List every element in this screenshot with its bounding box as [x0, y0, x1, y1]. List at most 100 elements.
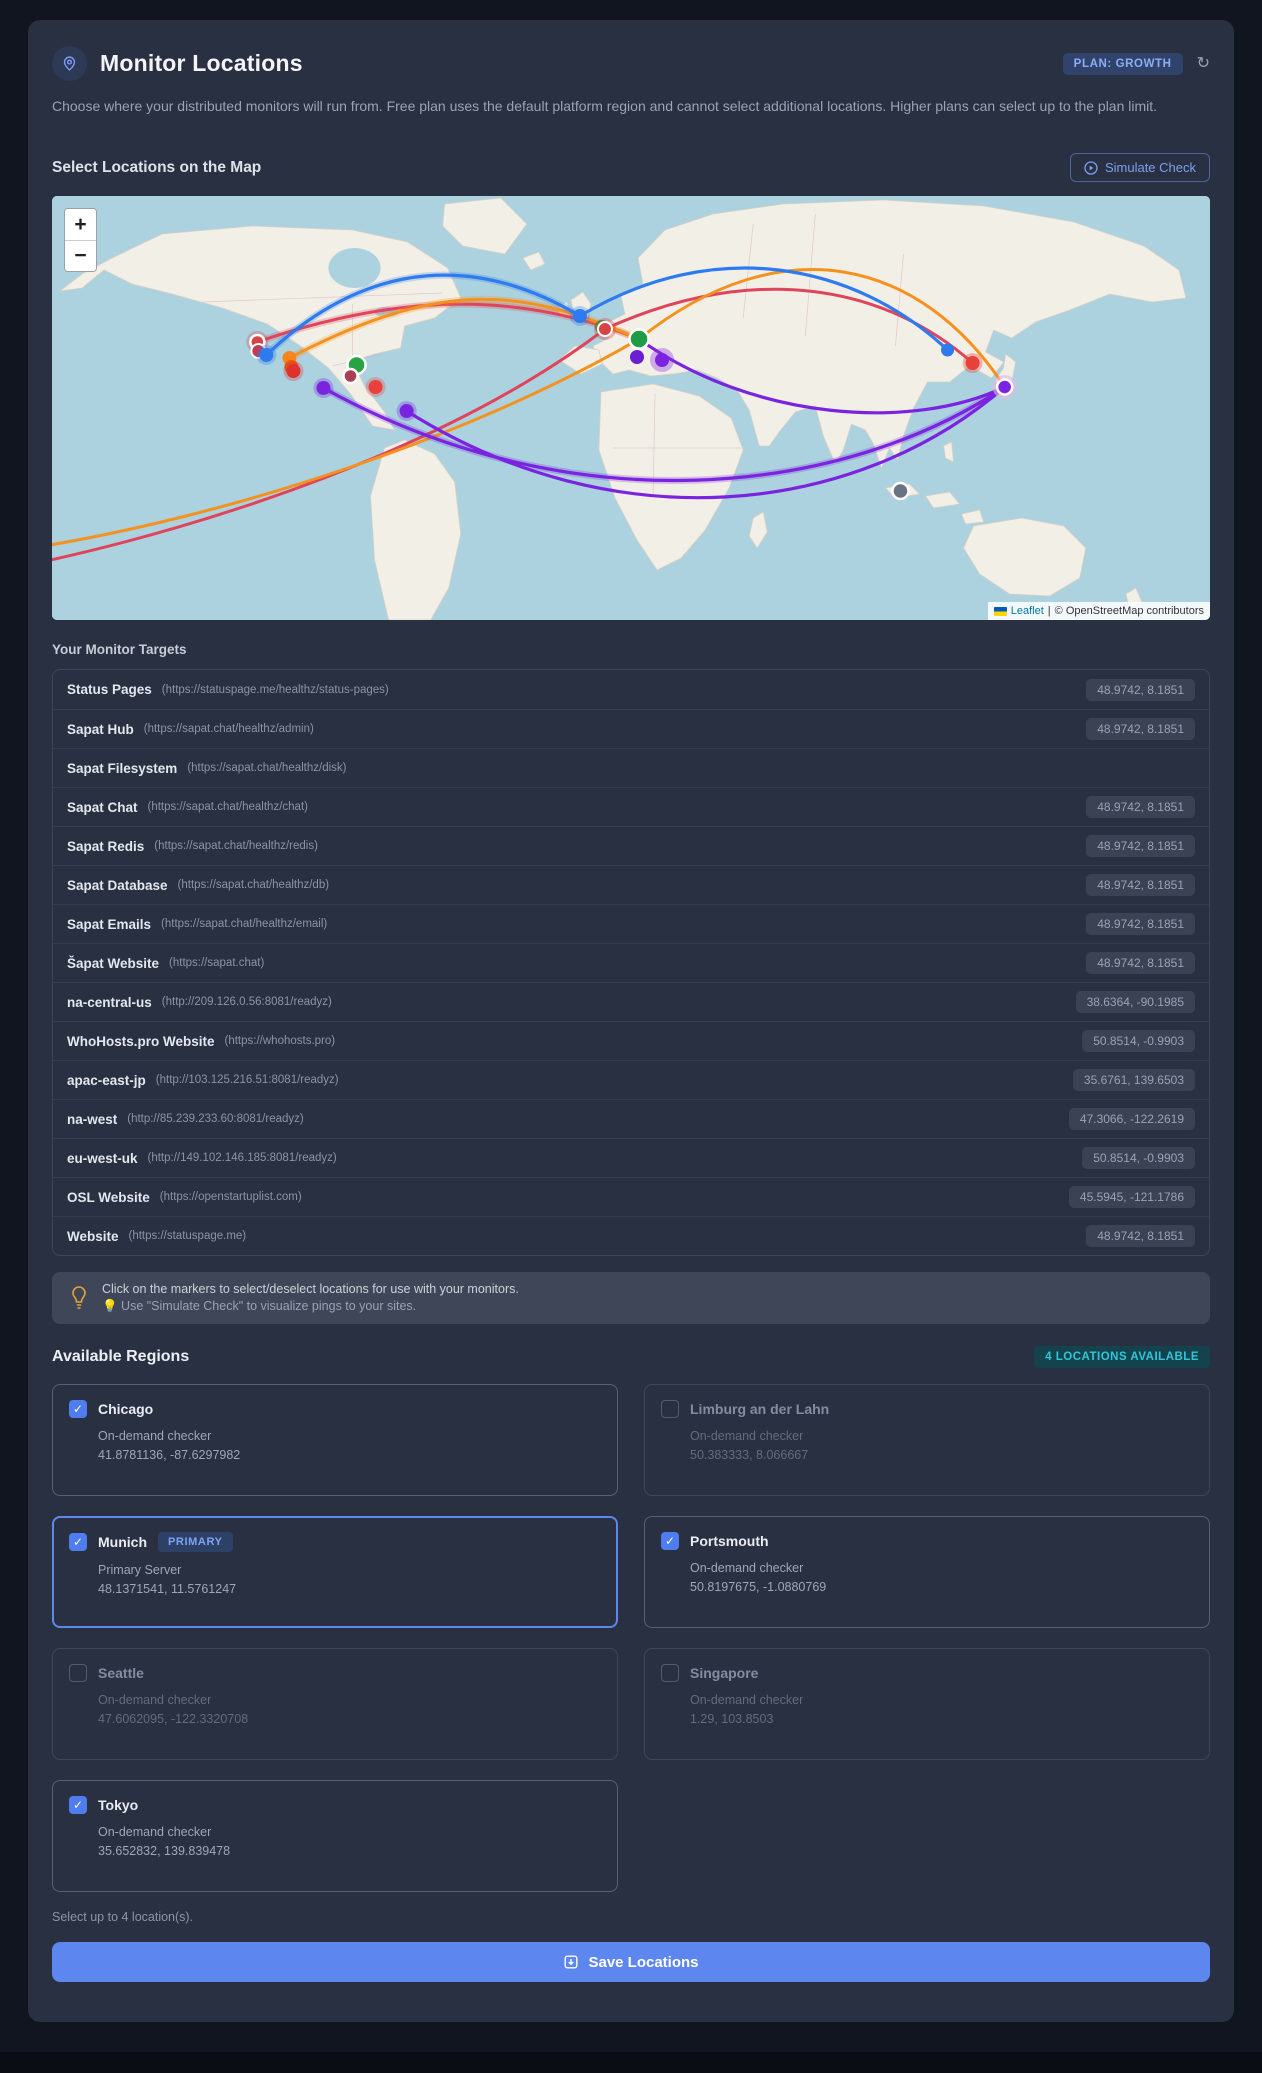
region-type: On-demand checker — [690, 1561, 804, 1576]
region-type: On-demand checker — [690, 1693, 804, 1708]
map-attribution: Leaflet | © OpenStreetMap contributors — [987, 602, 1210, 621]
target-name: Status Pages — [67, 682, 152, 698]
table-row: na-west (http://85.239.233.60:8081/ready… — [53, 1099, 1209, 1138]
region-type: On-demand checker — [98, 1429, 212, 1444]
region-card[interactable]: ✓ Seattle On-demand checker 47.6062095, … — [52, 1648, 618, 1761]
region-card[interactable]: ✓ Singapore On-demand checker 1.29, 103.… — [644, 1648, 1210, 1761]
region-coords: 35.652832, 139.839478 — [98, 1844, 231, 1859]
target-url: (http://209.126.0.56:8081/readyz) — [161, 996, 332, 1009]
tip-line-1: Click on the markers to select/deselect … — [102, 1282, 519, 1297]
target-coords-badge: 48.9742, 8.1851 — [1086, 718, 1195, 741]
region-name: Portsmouth — [690, 1533, 769, 1550]
target-url: (https://statuspage.me) — [128, 1230, 247, 1243]
target-name: Sapat Redis — [67, 838, 145, 854]
table-row: Status Pages (https://statuspage.me/heal… — [53, 670, 1209, 709]
region-card[interactable]: ✓ Chicago On-demand checker 41.8781136, … — [52, 1384, 618, 1497]
primary-badge: PRIMARY — [158, 1532, 233, 1553]
table-row: Šapat Website (https://sapat.chat) 48.97… — [53, 943, 1209, 982]
region-checkbox[interactable]: ✓ — [661, 1532, 679, 1551]
target-coords-badge: 35.6761, 139.6503 — [1072, 1069, 1195, 1092]
region-checkbox[interactable]: ✓ — [69, 1664, 87, 1683]
target-name: na-west — [67, 1111, 118, 1127]
target-coords-badge: 38.6364, -90.1985 — [1075, 991, 1195, 1014]
region-type: On-demand checker — [690, 1429, 804, 1444]
region-checkbox[interactable]: ✓ — [69, 1400, 87, 1419]
play-circle-icon — [1084, 161, 1098, 175]
target-url: (https://sapat.chat/healthz/admin) — [143, 723, 314, 736]
target-name: Sapat Emails — [67, 916, 152, 932]
target-coords-badge: 48.9742, 8.1851 — [1086, 913, 1195, 936]
target-name: Šapat Website — [67, 955, 160, 971]
leaflet-link[interactable]: Leaflet — [1011, 605, 1044, 617]
leaflet-map[interactable]: + − Leaflet | © OpenStreetMap contributo… — [52, 196, 1210, 621]
save-icon — [564, 1955, 578, 1969]
target-url: (http://149.102.146.185:8081/readyz) — [147, 1152, 337, 1165]
target-url: (https://whohosts.pro) — [224, 1035, 336, 1048]
region-type: Primary Server — [98, 1563, 182, 1578]
region-coords: 48.1371541, 11.5761247 — [98, 1582, 237, 1597]
map-section-title: Select Locations on the Map — [52, 158, 262, 176]
osm-attribution[interactable]: © OpenStreetMap contributors — [1055, 605, 1204, 617]
region-card[interactable]: ✓ Tokyo On-demand checker 35.652832, 139… — [52, 1780, 618, 1893]
region-card[interactable]: ✓ Limburg an der Lahn On-demand checker … — [644, 1384, 1210, 1497]
selection-limit-note: Select up to 4 location(s). — [52, 1910, 194, 1925]
locations-available-badge: 4 LOCATIONS AVAILABLE — [1034, 1346, 1210, 1369]
region-type: On-demand checker — [98, 1825, 212, 1840]
tip-box: Click on the markers to select/deselect … — [52, 1272, 1210, 1325]
target-url: (https://sapat.chat/healthz/disk) — [187, 762, 347, 775]
header: Monitor Locations PLAN: GROWTH ↻ — [52, 46, 1210, 81]
table-row: apac-east-jp (http://103.125.216.51:8081… — [53, 1060, 1209, 1099]
target-coords-badge: 48.9742, 8.1851 — [1086, 874, 1195, 897]
table-row: Sapat Redis (https://sapat.chat/healthz/… — [53, 826, 1209, 865]
target-name: Sapat Filesystem — [67, 760, 178, 776]
target-url: (http://103.125.216.51:8081/readyz) — [155, 1074, 339, 1087]
tip-line-2: 💡 Use "Simulate Check" to visualize ping… — [102, 1299, 417, 1314]
region-cards-grid: ✓ Chicago On-demand checker 41.8781136, … — [52, 1384, 1210, 1893]
region-checkbox[interactable]: ✓ — [661, 1664, 679, 1683]
region-checkbox[interactable]: ✓ — [69, 1796, 87, 1815]
region-name: Limburg an der Lahn — [690, 1401, 830, 1418]
region-checkbox[interactable]: ✓ — [69, 1533, 87, 1552]
save-locations-button[interactable]: Save Locations — [52, 1942, 1210, 1983]
zoom-out-button[interactable]: − — [65, 240, 96, 272]
world-map — [52, 196, 1210, 621]
target-coords-badge: 48.9742, 8.1851 — [1086, 678, 1195, 701]
region-card[interactable]: ✓ Munich PRIMARY Primary Server 48.13715… — [52, 1516, 618, 1629]
region-coords: 50.8197675, -1.0880769 — [690, 1580, 827, 1595]
target-name: Website — [67, 1228, 119, 1244]
target-url: (https://sapat.chat/healthz/redis) — [154, 840, 318, 853]
table-row: Sapat Database (https://sapat.chat/healt… — [53, 865, 1209, 904]
table-row: WhoHosts.pro Website (https://whohosts.p… — [53, 1021, 1209, 1060]
target-coords-badge: 50.8514, -0.9903 — [1082, 1147, 1195, 1170]
table-row: Sapat Emails (https://sapat.chat/healthz… — [53, 904, 1209, 943]
map-zoom-control: + − — [64, 208, 97, 273]
target-coords-badge: 45.5945, -121.1786 — [1068, 1186, 1195, 1209]
target-coords-badge: 48.9742, 8.1851 — [1086, 952, 1195, 975]
targets-heading: Your Monitor Targets — [52, 642, 187, 658]
table-row: Sapat Hub (https://sapat.chat/healthz/ad… — [53, 709, 1209, 748]
target-url: (https://sapat.chat/healthz/db) — [177, 879, 330, 892]
target-url: (https://sapat.chat) — [169, 957, 265, 970]
simulate-check-button[interactable]: Simulate Check — [1069, 153, 1210, 183]
target-url: (https://sapat.chat/healthz/chat) — [147, 801, 308, 814]
target-name: eu-west-uk — [67, 1150, 138, 1166]
target-coords-badge: 48.9742, 8.1851 — [1086, 796, 1195, 819]
region-card[interactable]: ✓ Portsmouth On-demand checker 50.819767… — [644, 1516, 1210, 1629]
refresh-icon[interactable]: ↻ — [1197, 55, 1210, 72]
target-url: (https://statuspage.me/healthz/status-pa… — [161, 683, 389, 696]
target-name: apac-east-jp — [67, 1072, 146, 1088]
target-name: Sapat Database — [67, 877, 168, 893]
region-name: Singapore — [690, 1665, 759, 1682]
target-url: (http://85.239.233.60:8081/readyz) — [127, 1113, 304, 1126]
region-name: Munich — [98, 1534, 147, 1551]
target-name: Sapat Chat — [67, 799, 138, 815]
zoom-in-button[interactable]: + — [65, 209, 96, 241]
regions-heading: Available Regions — [52, 1348, 190, 1366]
region-name: Seattle — [98, 1665, 144, 1682]
target-coords-badge: 48.9742, 8.1851 — [1086, 1225, 1195, 1248]
region-checkbox[interactable]: ✓ — [661, 1400, 679, 1419]
page-title: Monitor Locations — [100, 50, 303, 76]
region-coords: 1.29, 103.8503 — [690, 1712, 774, 1727]
page-description: Choose where your distributed monitors w… — [52, 98, 1158, 114]
target-coords-badge: 47.3066, -122.2619 — [1068, 1108, 1195, 1131]
